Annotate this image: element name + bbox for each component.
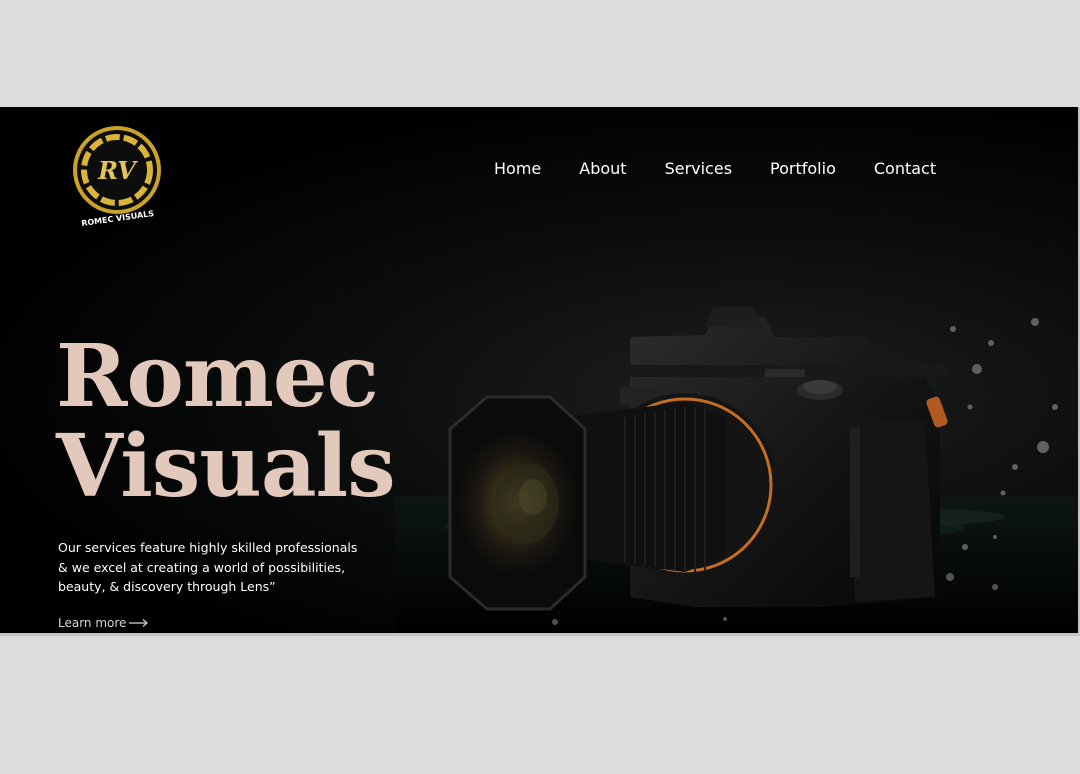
nav-services-link[interactable]: Services — [665, 159, 732, 178]
hero-title-line1: Romec — [56, 326, 379, 427]
romec-visuals-logo[interactable]: RV ROMEC VISUALS — [70, 124, 166, 228]
hero-description-line1: Our services feature highly skilled prof… — [58, 540, 358, 555]
long-arrow-right-icon — [129, 619, 149, 627]
hero-section: RV ROMEC VISUALS Home About Services Por… — [0, 107, 1078, 633]
learn-more-label: Learn more — [58, 616, 127, 630]
page-frame: RV ROMEC VISUALS Home About Services Por… — [0, 107, 1080, 636]
hero-title-line2: Visuals — [56, 416, 396, 517]
hero-description: Our services feature highly skilled prof… — [58, 538, 368, 597]
nav-home-link[interactable]: Home — [494, 159, 541, 178]
logo-monogram: RV — [97, 156, 138, 185]
hero-title: Romec Visuals — [56, 326, 396, 517]
main-nav: Home About Services Portfolio Contact — [494, 159, 936, 178]
hero-description-line3: beauty, & discovery through Lens” — [58, 579, 276, 594]
nav-contact-link[interactable]: Contact — [874, 159, 936, 178]
nav-about-link[interactable]: About — [579, 159, 626, 178]
nav-portfolio-link[interactable]: Portfolio — [770, 159, 836, 178]
learn-more-link[interactable]: Learn more — [58, 616, 149, 630]
hero-camera-image — [395, 307, 1078, 633]
hero-description-line2: & we excel at creating a world of possib… — [58, 559, 346, 575]
